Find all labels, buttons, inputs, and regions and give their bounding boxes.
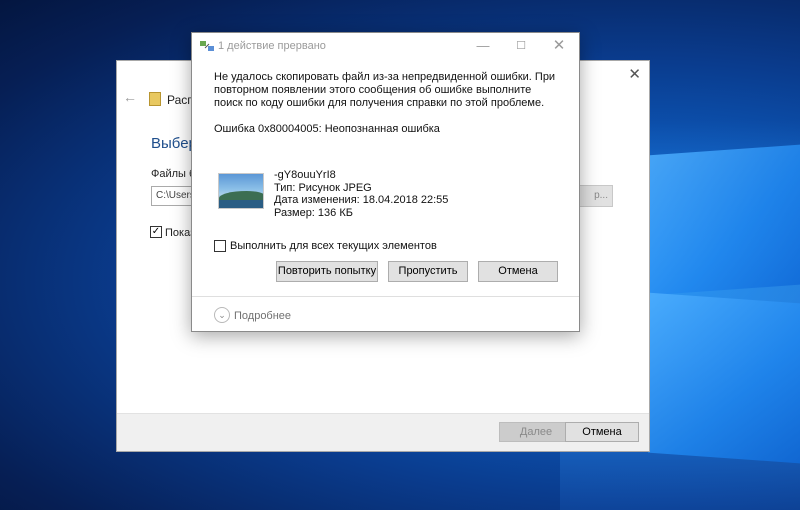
file-type: Тип: Рисунок JPEG bbox=[274, 181, 372, 194]
image-thumbnail bbox=[218, 173, 264, 209]
error-dialog: 1 действие прервано — ☐ ✕ Не удалось ско… bbox=[191, 32, 580, 332]
zip-folder-icon bbox=[149, 92, 161, 106]
windows-logo-pane bbox=[648, 144, 800, 296]
close-icon[interactable]: ✕ bbox=[628, 65, 641, 83]
wizard-cancel-button[interactable]: Отмена bbox=[565, 422, 639, 442]
error-code: Ошибка 0x80004005: Неопознанная ошибка bbox=[214, 123, 440, 135]
chevron-down-icon[interactable]: ⌄ bbox=[214, 307, 230, 323]
transfer-icon bbox=[200, 41, 214, 51]
cancel-button[interactable]: Отмена bbox=[478, 261, 558, 282]
wizard-footer: Далее Отмена bbox=[117, 413, 649, 451]
skip-button[interactable]: Пропустить bbox=[388, 261, 468, 282]
file-size: Размер: 136 КБ bbox=[274, 206, 353, 219]
dialog-titlebar[interactable]: 1 действие прервано — ☐ ✕ bbox=[192, 33, 579, 59]
divider bbox=[192, 296, 579, 297]
dialog-title: 1 действие прервано bbox=[218, 40, 326, 52]
files-label: Файлы б bbox=[151, 168, 196, 180]
file-modified: Дата изменения: 18.04.2018 22:55 bbox=[274, 194, 449, 206]
browse-button[interactable]: р... bbox=[577, 185, 613, 207]
next-button[interactable]: Далее bbox=[499, 422, 573, 442]
back-arrow-icon[interactable]: ← bbox=[123, 89, 137, 105]
more-details-toggle[interactable]: Подробнее bbox=[234, 310, 291, 322]
file-name: -gY8ouuYrI8 bbox=[274, 169, 336, 181]
close-icon[interactable]: ✕ bbox=[544, 36, 574, 56]
apply-all-checkbox[interactable] bbox=[214, 240, 226, 252]
error-message: Не удалось скопировать файл из-за непред… bbox=[214, 71, 556, 109]
apply-all-label: Выполнить для всех текущих элементов bbox=[230, 240, 437, 252]
maximize-icon[interactable]: ☐ bbox=[506, 36, 536, 56]
windows-logo-pane bbox=[648, 292, 800, 464]
retry-button[interactable]: Повторить попытку bbox=[276, 261, 378, 282]
minimize-icon[interactable]: — bbox=[468, 36, 498, 56]
show-files-checkbox[interactable]: ✓ bbox=[150, 226, 162, 238]
file-info: -gY8ouuYrI8 Тип: Рисунок JPEG Дата измен… bbox=[274, 169, 448, 219]
